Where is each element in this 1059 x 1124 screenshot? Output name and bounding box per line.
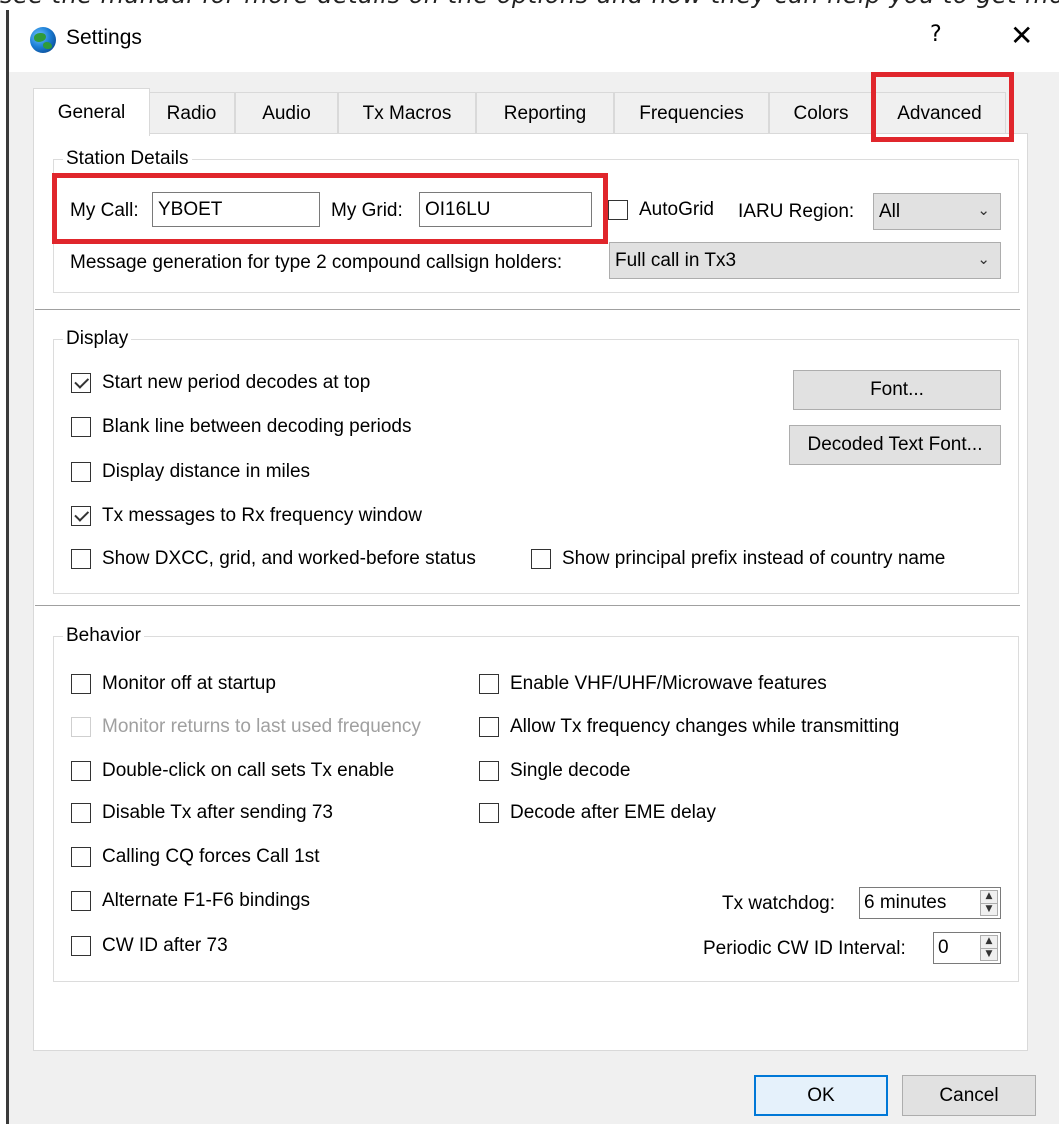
enable-vhf-label: Enable VHF/UHF/Microwave features (510, 673, 827, 694)
alternate-f1-f6-box[interactable] (71, 891, 91, 911)
allow-tx-freq-box[interactable] (479, 717, 499, 737)
cropped-caption-text: see the manual for more details on the o… (0, 0, 1059, 10)
tx-messages-label: Tx messages to Rx frequency window (102, 505, 422, 526)
msg-generation-label: Message generation for type 2 compound c… (70, 252, 563, 273)
monitor-returns-checkbox: Monitor returns to last used frequency (71, 716, 421, 738)
tab-audio[interactable]: Audio (235, 92, 338, 134)
cw-id-box[interactable] (71, 936, 91, 956)
disable-tx-checkbox[interactable]: Disable Tx after sending 73 (71, 802, 333, 824)
blank-line-label: Blank line between decoding periods (102, 416, 412, 437)
window-title: Settings (66, 26, 142, 49)
distance-miles-label: Display distance in miles (102, 461, 311, 482)
globe-icon (30, 27, 56, 53)
monitor-returns-box (71, 717, 91, 737)
cw-id-label: CW ID after 73 (102, 935, 228, 956)
tab-radio[interactable]: Radio (148, 92, 235, 134)
blank-line-checkbox[interactable]: Blank line between decoding periods (71, 416, 412, 438)
show-prefix-label: Show principal prefix instead of country… (562, 548, 946, 569)
tx-messages-box[interactable] (71, 506, 91, 526)
monitor-off-label: Monitor off at startup (102, 673, 276, 694)
spin-up-icon[interactable]: ▲ (981, 891, 997, 903)
enable-vhf-checkbox[interactable]: Enable VHF/UHF/Microwave features (479, 673, 827, 695)
decoded-text-font-button[interactable]: Decoded Text Font... (789, 425, 1001, 465)
decode-eme-checkbox[interactable]: Decode after EME delay (479, 802, 716, 824)
single-decode-box[interactable] (479, 761, 499, 781)
tab-frequencies[interactable]: Frequencies (614, 92, 769, 134)
monitor-off-checkbox[interactable]: Monitor off at startup (71, 673, 276, 695)
calling-cq-box[interactable] (71, 847, 91, 867)
blank-line-box[interactable] (71, 417, 91, 437)
start-new-period-checkbox[interactable]: Start new period decodes at top (71, 372, 370, 394)
iaru-region-select[interactable]: All ⌄ (873, 193, 1001, 230)
distance-miles-box[interactable] (71, 462, 91, 482)
show-dxcc-checkbox[interactable]: Show DXCC, grid, and worked-before statu… (71, 548, 476, 570)
behavior-title: Behavior (63, 625, 144, 647)
display-title: Display (63, 328, 132, 350)
monitor-off-box[interactable] (71, 674, 91, 694)
alternate-f1-f6-checkbox[interactable]: Alternate F1-F6 bindings (71, 890, 310, 912)
alternate-f1-f6-label: Alternate F1-F6 bindings (102, 890, 311, 911)
tab-general[interactable]: General (33, 88, 150, 136)
allow-tx-freq-checkbox[interactable]: Allow Tx frequency changes while transmi… (479, 716, 899, 738)
tab-tx-macros[interactable]: Tx Macros (338, 92, 476, 134)
spin-up-icon[interactable]: ▲ (981, 936, 997, 948)
decode-eme-label: Decode after EME delay (510, 802, 716, 823)
calling-cq-label: Calling CQ forces Call 1st (102, 846, 320, 867)
tx-messages-checkbox[interactable]: Tx messages to Rx frequency window (71, 505, 422, 527)
font-button[interactable]: Font... (793, 370, 1001, 410)
distance-miles-checkbox[interactable]: Display distance in miles (71, 461, 310, 483)
separator (35, 309, 1020, 310)
disable-tx-box[interactable] (71, 803, 91, 823)
station-details-title: Station Details (63, 148, 192, 170)
cw-id-checkbox[interactable]: CW ID after 73 (71, 935, 228, 957)
show-prefix-checkbox[interactable]: Show principal prefix instead of country… (531, 548, 945, 570)
allow-tx-freq-label: Allow Tx frequency changes while transmi… (510, 716, 900, 737)
tab-colors[interactable]: Colors (769, 92, 873, 134)
calling-cq-checkbox[interactable]: Calling CQ forces Call 1st (71, 846, 320, 868)
my-grid-field[interactable]: OI16LU (419, 192, 592, 227)
single-decode-label: Single decode (510, 760, 631, 781)
start-new-period-label: Start new period decodes at top (102, 372, 371, 393)
autogrid-checkbox[interactable]: AutoGrid (608, 199, 714, 221)
spin-arrows[interactable]: ▲ ▼ (980, 890, 998, 916)
title-bar (9, 10, 1059, 72)
ok-button[interactable]: OK (754, 1075, 888, 1116)
my-call-label: My Call: (70, 200, 139, 221)
decode-eme-box[interactable] (479, 803, 499, 823)
tx-watchdog-spinbox[interactable]: 6 minutes ▲ ▼ (859, 887, 1001, 919)
chevron-down-icon: ⌄ (977, 200, 990, 219)
double-click-box[interactable] (71, 761, 91, 781)
tab-advanced[interactable]: Advanced (873, 92, 1006, 134)
help-button[interactable]: ? (930, 22, 942, 47)
msg-generation-select[interactable]: Full call in Tx3 ⌄ (609, 242, 1001, 279)
single-decode-checkbox[interactable]: Single decode (479, 760, 630, 782)
double-click-checkbox[interactable]: Double-click on call sets Tx enable (71, 760, 394, 782)
autogrid-checkbox-box[interactable] (608, 200, 628, 220)
enable-vhf-box[interactable] (479, 674, 499, 694)
tx-watchdog-label: Tx watchdog: (722, 893, 835, 914)
tab-reporting[interactable]: Reporting (476, 92, 614, 134)
show-dxcc-box[interactable] (71, 549, 91, 569)
start-new-period-box[interactable] (71, 373, 91, 393)
show-prefix-box[interactable] (531, 549, 551, 569)
iaru-region-label: IARU Region: (738, 201, 855, 222)
my-call-field[interactable]: YBOET (152, 192, 320, 227)
periodic-cw-label: Periodic CW ID Interval: (703, 938, 906, 959)
close-icon[interactable]: ✕ (1010, 19, 1033, 52)
my-grid-label: My Grid: (331, 200, 403, 221)
double-click-label: Double-click on call sets Tx enable (102, 760, 395, 781)
autogrid-label: AutoGrid (639, 199, 714, 220)
disable-tx-label: Disable Tx after sending 73 (102, 802, 333, 823)
periodic-cw-spinbox[interactable]: 0 ▲ ▼ (933, 932, 1001, 964)
show-dxcc-label: Show DXCC, grid, and worked-before statu… (102, 548, 476, 569)
spin-down-icon[interactable]: ▼ (981, 947, 997, 961)
spin-down-icon[interactable]: ▼ (981, 902, 997, 916)
monitor-returns-label: Monitor returns to last used frequency (102, 716, 421, 737)
separator (35, 605, 1020, 606)
chevron-down-icon: ⌄ (977, 249, 990, 268)
spin-arrows[interactable]: ▲ ▼ (980, 935, 998, 961)
cancel-button[interactable]: Cancel (902, 1075, 1036, 1116)
